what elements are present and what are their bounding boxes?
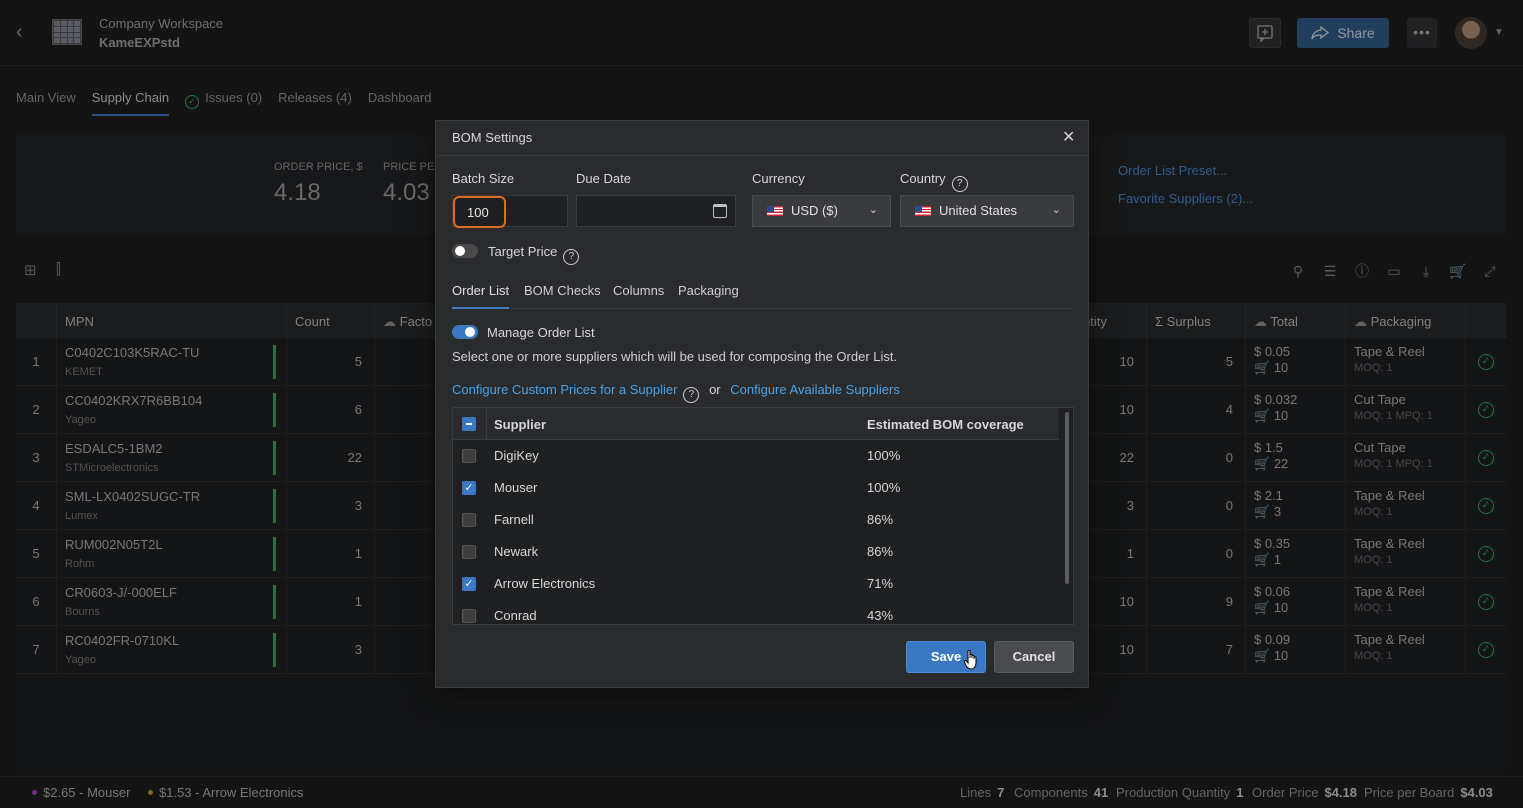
- currency-label: Currency: [752, 171, 805, 186]
- us-flag-icon: [767, 206, 783, 216]
- supplier-table-header: Supplier Estimated BOM coverage: [453, 408, 1059, 440]
- tab-bom-checks[interactable]: BOM Checks: [524, 283, 601, 309]
- target-price-toggle[interactable]: [452, 244, 478, 258]
- supplier-checkbox[interactable]: [462, 449, 476, 463]
- country-label: Country: [900, 171, 946, 186]
- supplier-coverage: 100%: [867, 480, 901, 495]
- supplier-row[interactable]: DigiKey 100%: [453, 440, 1059, 472]
- configure-custom-prices-link[interactable]: Configure Custom Prices for a Supplier: [452, 382, 677, 397]
- column-divider: [486, 408, 487, 440]
- supplier-checkbox[interactable]: ✓: [462, 481, 476, 495]
- supplier-column-header[interactable]: Supplier: [494, 417, 546, 432]
- close-icon[interactable]: ✕: [1062, 127, 1075, 147]
- toggle-knob: [455, 246, 465, 256]
- cancel-button[interactable]: Cancel: [994, 641, 1074, 673]
- target-price-label: Target Price: [488, 244, 558, 259]
- configure-available-suppliers-link[interactable]: Configure Available Suppliers: [730, 382, 900, 397]
- chevron-down-icon: ⌄: [868, 204, 878, 216]
- target-price-wrap: Target Price?: [488, 244, 580, 265]
- supplier-coverage: 86%: [867, 544, 894, 559]
- help-icon[interactable]: ?: [951, 176, 968, 192]
- batch-size-label: Batch Size: [452, 171, 515, 186]
- help-icon[interactable]: ?: [563, 249, 580, 265]
- supplier-row[interactable]: ✓ Arrow Electronics 71%: [453, 568, 1059, 600]
- chevron-down-icon: ⌄: [1051, 204, 1061, 216]
- batch-size-input[interactable]: 100: [452, 195, 568, 228]
- select-all-checkbox[interactable]: [462, 417, 476, 431]
- supplier-name: Arrow Electronics: [494, 576, 596, 591]
- supplier-row[interactable]: Newark 86%: [453, 536, 1059, 568]
- due-date-input[interactable]: [576, 195, 736, 227]
- supplier-name: Conrad: [494, 608, 537, 623]
- or-text: or: [709, 382, 721, 397]
- supplier-checkbox[interactable]: [462, 513, 476, 527]
- calendar-icon[interactable]: [713, 204, 727, 218]
- configure-links: Configure Custom Prices for a Supplier? …: [452, 382, 900, 403]
- supplier-checkbox[interactable]: ✓: [462, 577, 476, 591]
- due-date-label: Due Date: [576, 171, 631, 186]
- supplier-coverage: 71%: [867, 576, 894, 591]
- manage-order-list-label: Manage Order List: [487, 325, 595, 340]
- tab-order-list[interactable]: Order List: [452, 283, 510, 309]
- bom-settings-dialog: BOM Settings ✕ Batch Size Due Date Curre…: [435, 120, 1089, 688]
- supplier-name: Newark: [494, 544, 539, 559]
- scrollbar[interactable]: [1065, 412, 1069, 584]
- supplier-coverage: 100%: [867, 448, 901, 463]
- country-value: United States: [939, 203, 1018, 218]
- country-label-wrap: Country?: [900, 171, 968, 192]
- supplier-table: Supplier Estimated BOM coverage DigiKey 1…: [452, 407, 1074, 625]
- supplier-name: Farnell: [494, 512, 534, 527]
- supplier-checkbox[interactable]: [462, 545, 476, 559]
- currency-select[interactable]: USD ($) ⌄: [752, 195, 891, 227]
- order-list-description: Select one or more suppliers which will …: [452, 349, 898, 364]
- toggle-knob: [465, 327, 475, 337]
- settings-tabs: Order List BOM Checks Columns Packaging: [452, 281, 1072, 309]
- manage-order-list-toggle[interactable]: [452, 325, 478, 339]
- divider: [436, 155, 1088, 156]
- supplier-row[interactable]: Farnell 86%: [453, 504, 1059, 536]
- supplier-row[interactable]: ✓ Mouser 100%: [453, 472, 1059, 504]
- hand-cursor-icon: [964, 650, 977, 670]
- dialog-title: BOM Settings: [452, 130, 533, 145]
- help-icon[interactable]: ?: [683, 387, 700, 403]
- supplier-checkbox[interactable]: [462, 609, 476, 623]
- country-select[interactable]: United States ⌄: [900, 195, 1074, 227]
- batch-size-value[interactable]: 100: [453, 196, 506, 228]
- supplier-row[interactable]: Conrad 43%: [453, 600, 1059, 624]
- tab-packaging[interactable]: Packaging: [678, 283, 739, 309]
- supplier-coverage: 86%: [867, 512, 894, 527]
- currency-value: USD ($): [791, 203, 838, 218]
- supplier-name: DigiKey: [494, 448, 539, 463]
- tab-columns[interactable]: Columns: [613, 283, 664, 309]
- us-flag-icon: [915, 206, 931, 216]
- supplier-coverage: 43%: [867, 608, 894, 623]
- supplier-name: Mouser: [494, 480, 538, 495]
- coverage-column-header[interactable]: Estimated BOM coverage: [867, 417, 1024, 432]
